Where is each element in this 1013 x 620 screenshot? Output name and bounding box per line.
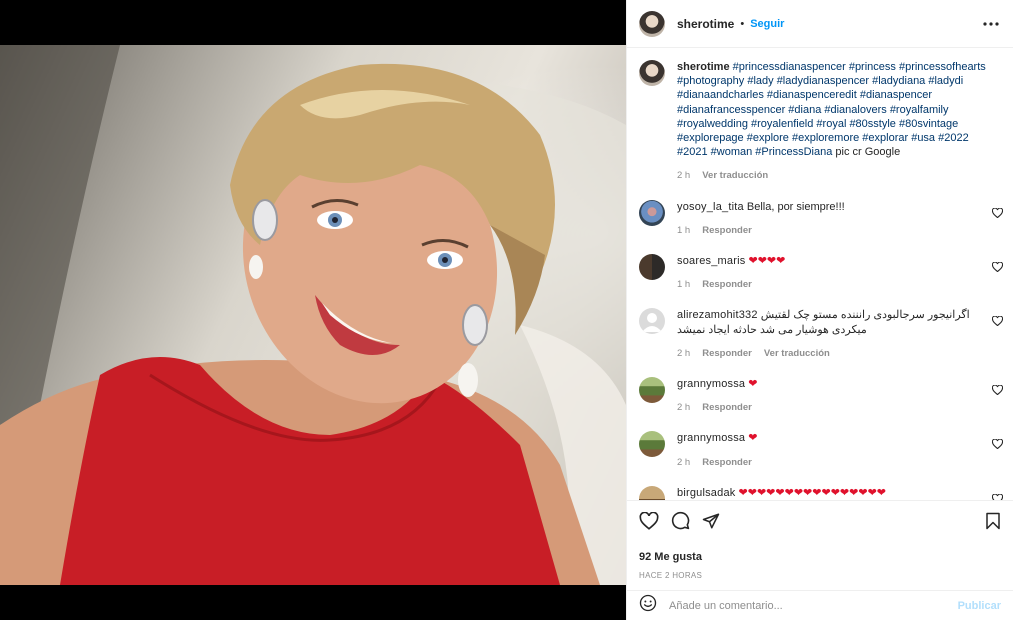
comment-input[interactable] [669, 599, 958, 612]
caption-translate-button[interactable]: Ver traducción [702, 169, 768, 183]
comment-like-heart-icon[interactable] [991, 205, 1004, 223]
comment-text: Bella, por siempre!!! [746, 200, 845, 213]
caption-avatar[interactable] [639, 60, 665, 86]
caption-text: sherotime #princessdianaspencer #princes… [677, 60, 995, 159]
comment-time[interactable]: 2 h [677, 456, 690, 470]
comments-list[interactable]: sherotime #princessdianaspencer #princes… [627, 48, 1013, 500]
comment-translate-button[interactable]: Ver traducción [764, 347, 830, 361]
post-caption: sherotime #princessdianaspencer #princes… [639, 60, 1013, 184]
comment-item: grannymossa ❤ 2 h Responder [639, 431, 1013, 469]
add-comment-bar: Publicar [627, 590, 1013, 620]
comment-like-heart-icon[interactable] [991, 436, 1004, 454]
owner-avatar[interactable] [639, 10, 665, 37]
caption-hashtags[interactable]: #princessdianaspencer #princess #princes… [677, 61, 986, 158]
likes-count[interactable]: 92 Me gusta [639, 551, 1001, 563]
comment-text: ❤❤❤❤❤❤❤❤❤❤❤❤❤❤❤❤ [738, 486, 886, 499]
reply-button[interactable]: Responder [702, 278, 752, 292]
commenter-avatar-placeholder[interactable] [639, 308, 665, 335]
comment-item: grannymossa ❤ 2 h Responder [639, 377, 1013, 415]
reply-button[interactable]: Responder [702, 224, 752, 238]
comment-like-heart-icon[interactable] [991, 313, 1004, 331]
comment-like-heart-icon[interactable] [991, 491, 1004, 500]
comment-username[interactable]: birgulsadak [677, 487, 735, 499]
comment-item: soares_maris ❤❤❤❤ 1 h Responder [639, 254, 1013, 292]
commenter-avatar[interactable] [639, 377, 665, 404]
like-heart-icon[interactable] [639, 511, 659, 535]
comment-like-heart-icon[interactable] [991, 382, 1004, 400]
save-bookmark-icon[interactable] [985, 512, 1001, 535]
comment-item: yosoy_la_tita Bella, por siempre!!! 1 h R… [639, 199, 1013, 238]
comment-time[interactable]: 2 h [677, 401, 690, 415]
post-photo[interactable] [0, 45, 626, 585]
reply-button[interactable]: Responder [702, 401, 752, 415]
comment-username[interactable]: grannymossa [677, 432, 745, 444]
comment-speech-bubble-icon[interactable] [671, 511, 690, 535]
comment-text: ❤❤❤❤ [748, 255, 786, 268]
owner-username[interactable]: sherotime [677, 17, 734, 31]
comment-time[interactable]: 2 h [677, 347, 690, 361]
follow-button[interactable]: Seguir [750, 18, 784, 30]
post-timestamp[interactable]: HACE 2 HORAS [639, 571, 1001, 580]
commenter-avatar[interactable] [639, 254, 665, 281]
comment-like-heart-icon[interactable] [991, 259, 1004, 277]
comment-username[interactable]: alirezamohit332 [677, 309, 758, 321]
comment-time[interactable]: 1 h [677, 224, 690, 238]
comment-username[interactable]: grannymossa [677, 378, 745, 390]
caption-credit: pic cr Google [832, 146, 901, 159]
caption-time[interactable]: 2 h [677, 169, 690, 183]
comment-item: alirezamohit332 اگرانیجور سرجالبودی رانن… [639, 308, 1013, 361]
caption-username[interactable]: sherotime [677, 61, 730, 73]
portrait-illustration [0, 45, 626, 585]
reply-button[interactable]: Responder [702, 347, 752, 361]
comment-text: ❤ [748, 432, 758, 445]
commenter-avatar[interactable] [639, 485, 665, 500]
more-options-icon[interactable] [981, 14, 1001, 34]
commenter-avatar[interactable] [639, 199, 665, 226]
publish-button[interactable]: Publicar [958, 600, 1001, 612]
comment-text: ❤ [748, 378, 758, 391]
post-header: sherotime • Seguir [627, 0, 1013, 48]
post-media [0, 0, 626, 620]
post-side-panel: sherotime • Seguir sherotime #princessdi… [626, 0, 1013, 620]
header-separator: • [740, 17, 745, 30]
comment-username[interactable]: soares_maris [677, 255, 745, 267]
post-actions: 92 Me gusta HACE 2 HORAS [627, 500, 1013, 590]
comment-time[interactable]: 1 h [677, 278, 690, 292]
commenter-avatar[interactable] [639, 431, 665, 458]
reply-button[interactable]: Responder [702, 456, 752, 470]
emoji-smiley-icon[interactable] [639, 594, 657, 617]
share-paper-plane-icon[interactable] [702, 512, 720, 535]
comment-username[interactable]: yosoy_la_tita [677, 201, 744, 213]
comment-item: birgulsadak ❤❤❤❤❤❤❤❤❤❤❤❤❤❤❤❤ [639, 485, 1013, 500]
